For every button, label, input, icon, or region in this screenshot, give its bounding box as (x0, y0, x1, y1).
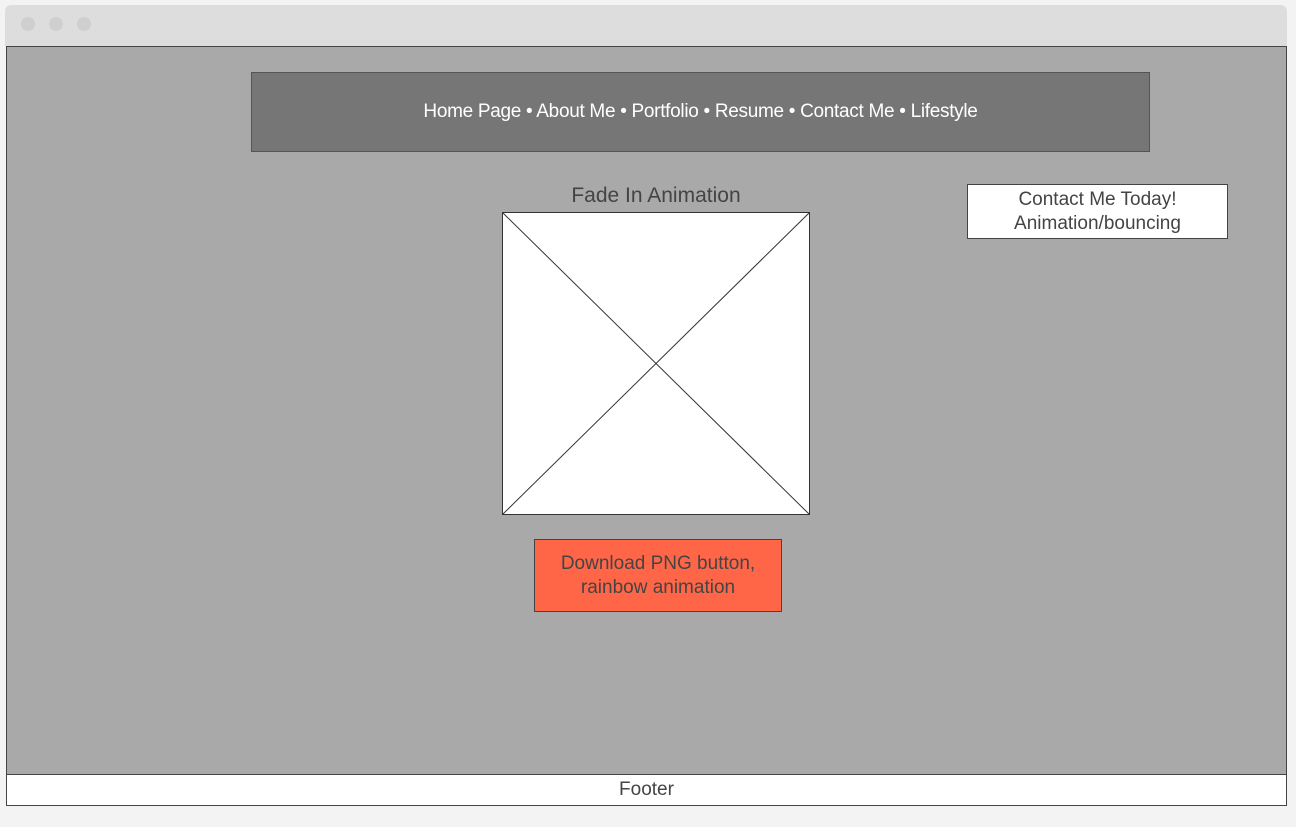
nav-links[interactable]: Home Page • About Me • Portfolio • Resum… (423, 101, 977, 123)
window-close-dot[interactable] (21, 17, 35, 31)
window-maximize-dot[interactable] (77, 17, 91, 31)
window-title-bar (5, 5, 1287, 46)
download-png-button[interactable]: Download PNG button, rainbow animation (534, 539, 782, 612)
image-placeholder (502, 212, 810, 515)
placeholder-cross-icon (503, 213, 809, 514)
contact-me-button[interactable]: Contact Me Today! Animation/bouncing (967, 184, 1228, 239)
page-viewport: Home Page • About Me • Portfolio • Resum… (6, 46, 1287, 775)
footer: Footer (6, 774, 1287, 806)
image-title: Fade In Animation (571, 184, 741, 207)
navigation-bar: Home Page • About Me • Portfolio • Resum… (251, 72, 1150, 152)
browser-window: Home Page • About Me • Portfolio • Resum… (5, 5, 1287, 806)
window-minimize-dot[interactable] (49, 17, 63, 31)
